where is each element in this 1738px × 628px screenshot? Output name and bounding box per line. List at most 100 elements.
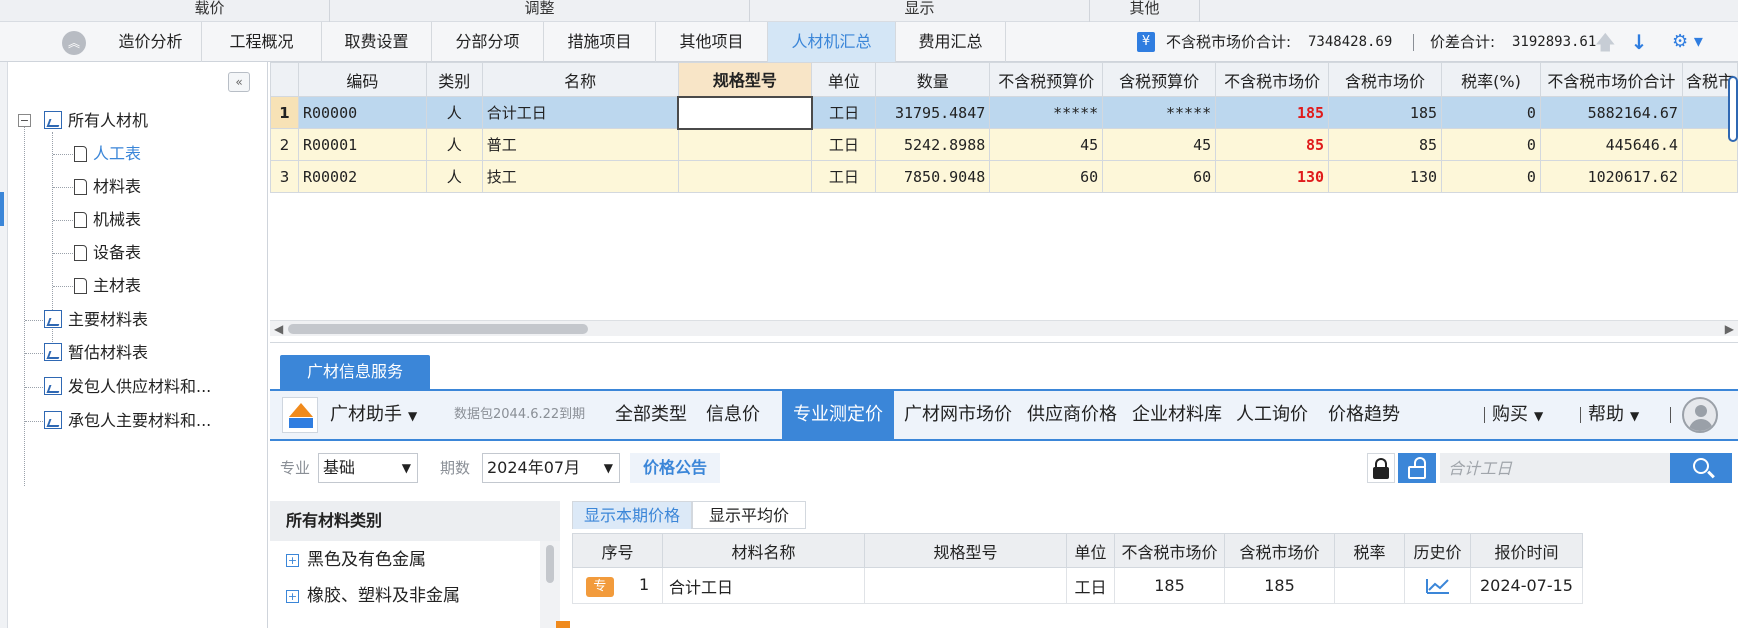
tree-item-contractor-main[interactable]: 承包人主要材料和...: [44, 408, 211, 434]
nav-enterprise-library[interactable]: 企业材料库: [1126, 391, 1228, 439]
tab-fee-summary[interactable]: 费用汇总: [896, 22, 1006, 62]
cell-spec[interactable]: [677, 160, 813, 193]
col-market-ex[interactable]: 不含税市场价: [1114, 533, 1225, 568]
scroll-left-icon[interactable]: ◀: [274, 322, 283, 336]
cell-qty[interactable]: 7850.9048: [875, 160, 991, 193]
tab-measures[interactable]: 措施项目: [544, 22, 656, 62]
cell-unit[interactable]: 工日: [811, 160, 877, 193]
cell-budget-in[interactable]: 45: [1102, 128, 1217, 161]
cell-unit[interactable]: 工日: [811, 96, 877, 129]
col-market-in[interactable]: 含税市场价: [1224, 533, 1335, 568]
nav-labor-inquiry[interactable]: 人工询价: [1230, 391, 1314, 439]
nav-market-price[interactable]: 广材网市场价: [898, 391, 1018, 439]
tree-item-main-material[interactable]: 主材表: [74, 273, 141, 299]
tab-subdivision[interactable]: 分部分项: [432, 22, 544, 62]
cell-code[interactable]: R00000: [297, 96, 427, 129]
col-type[interactable]: 类别: [425, 62, 483, 97]
col-tax[interactable]: 税率: [1334, 533, 1405, 568]
collapse-up-icon[interactable]: ︽: [62, 31, 86, 55]
scroll-right-icon[interactable]: ▶: [1725, 322, 1734, 336]
cell-material-name[interactable]: 合计工日: [662, 567, 865, 604]
col-code[interactable]: 编码: [297, 62, 427, 97]
arrow-up-icon[interactable]: 🡅: [1595, 30, 1616, 54]
cell-name[interactable]: 合计工日: [481, 96, 679, 129]
cell-total-ex[interactable]: 5882164.67: [1539, 96, 1683, 129]
cell-market-ex[interactable]: 185: [1114, 567, 1225, 604]
col-spec[interactable]: 规格型号: [864, 533, 1067, 568]
cell-code[interactable]: R00001: [297, 128, 427, 161]
avatar[interactable]: [1682, 397, 1718, 433]
splitter-handle[interactable]: [556, 621, 570, 628]
tree-item-machine[interactable]: 机械表: [74, 207, 141, 233]
tab-other-items[interactable]: 其他项目: [656, 22, 768, 62]
cell-total-ex[interactable]: 1020617.62: [1539, 160, 1683, 193]
table-row[interactable]: 专 1 合计工日 工日 185 185 2024-07-15: [572, 567, 1583, 604]
cell-type[interactable]: 人: [425, 160, 483, 193]
tab-labor-material-machine[interactable]: 人材机汇总: [768, 22, 896, 62]
tab-project-overview[interactable]: 工程概况: [202, 22, 322, 62]
tab-fee-settings[interactable]: 取费设置: [322, 22, 432, 62]
cell-budget-ex[interactable]: 45: [989, 128, 1104, 161]
tab-cost-analysis[interactable]: 造价分析: [100, 22, 202, 62]
col-budget-in[interactable]: 含税预算价: [1102, 62, 1217, 97]
buy-menu[interactable]: 购买 ▼: [1492, 391, 1543, 439]
tree-item-key-materials[interactable]: 主要材料表: [44, 307, 148, 333]
cell-spec-editing[interactable]: [677, 95, 813, 130]
cell-quote-time[interactable]: 2024-07-15: [1470, 567, 1583, 604]
col-total-ex[interactable]: 不含税市场价合计: [1539, 62, 1683, 97]
category-item[interactable]: + 黑色及有色金属: [286, 545, 426, 575]
cell-spec[interactable]: [864, 567, 1067, 604]
col-market-ex[interactable]: 不含税市场价: [1215, 62, 1330, 97]
period-select[interactable]: 2024年07月 ▼: [482, 453, 620, 483]
nav-info-price[interactable]: 信息价: [700, 391, 766, 439]
col-qty[interactable]: 数量: [875, 62, 991, 97]
col-spec[interactable]: 规格型号: [677, 62, 813, 97]
search-icon[interactable]: [1670, 453, 1732, 483]
cell-tax-rate[interactable]: 0: [1441, 96, 1541, 129]
tab-price-info-service[interactable]: 广材信息服务: [280, 355, 430, 389]
cell-unit[interactable]: 工日: [811, 128, 877, 161]
search-input[interactable]: [1440, 453, 1672, 483]
col-budget-ex[interactable]: 不含税预算价: [989, 62, 1104, 97]
category-scrollbar[interactable]: [540, 541, 560, 628]
cell-market-in[interactable]: 185: [1224, 567, 1335, 604]
lock-icon[interactable]: [1367, 453, 1395, 483]
help-menu[interactable]: 帮助 ▼: [1588, 391, 1639, 439]
tree-item-equipment[interactable]: 设备表: [74, 240, 141, 266]
expand-icon[interactable]: +: [286, 590, 299, 603]
vertical-scrollbar[interactable]: [1728, 76, 1738, 142]
horizontal-scrollbar[interactable]: ◀ ▶: [270, 320, 1738, 336]
tree-item-owner-supplied[interactable]: 发包人供应材料和...: [44, 374, 211, 400]
cell-spec[interactable]: [677, 128, 813, 161]
cell-market-in[interactable]: 185: [1328, 96, 1443, 129]
tab-current-price[interactable]: 显示本期价格: [572, 501, 692, 529]
tree-item-material[interactable]: 材料表: [74, 174, 141, 200]
cell-market-in[interactable]: 130: [1328, 160, 1443, 193]
tree-item-provisional[interactable]: 暂估材料表: [44, 340, 148, 366]
cell-market-ex[interactable]: 85: [1215, 128, 1330, 161]
cell-market-ex[interactable]: 130: [1215, 160, 1330, 193]
nav-professional-price[interactable]: 专业测定价: [782, 391, 894, 439]
cell-budget-ex[interactable]: *****: [989, 96, 1104, 129]
cell-name[interactable]: 普工: [481, 128, 679, 161]
tree-expander[interactable]: −: [18, 114, 31, 127]
price-notice-button[interactable]: 价格公告: [630, 453, 720, 483]
cell-qty[interactable]: 31795.4847: [875, 96, 991, 129]
col-name[interactable]: 名称: [481, 62, 679, 97]
expand-icon[interactable]: +: [286, 554, 299, 567]
col-material-name[interactable]: 材料名称: [662, 533, 865, 568]
col-seq[interactable]: 序号: [572, 533, 663, 568]
scroll-thumb[interactable]: [288, 324, 588, 334]
col-unit[interactable]: 单位: [811, 62, 877, 97]
unlock-icon[interactable]: [1398, 453, 1436, 483]
cell-market-ex[interactable]: 185: [1215, 96, 1330, 129]
cell-code[interactable]: R00002: [297, 160, 427, 193]
cell-budget-in[interactable]: *****: [1102, 96, 1217, 129]
assistant-menu[interactable]: 广材助手 ▼: [330, 391, 417, 439]
cell-total-ex[interactable]: 445646.4: [1539, 128, 1683, 161]
cell-name[interactable]: 技工: [481, 160, 679, 193]
tree-item-all[interactable]: 所有人材机: [44, 108, 148, 134]
cell-total-in[interactable]: [1681, 160, 1738, 193]
cell-seq[interactable]: 专 1: [572, 567, 663, 604]
cell-unit[interactable]: 工日: [1066, 567, 1115, 604]
